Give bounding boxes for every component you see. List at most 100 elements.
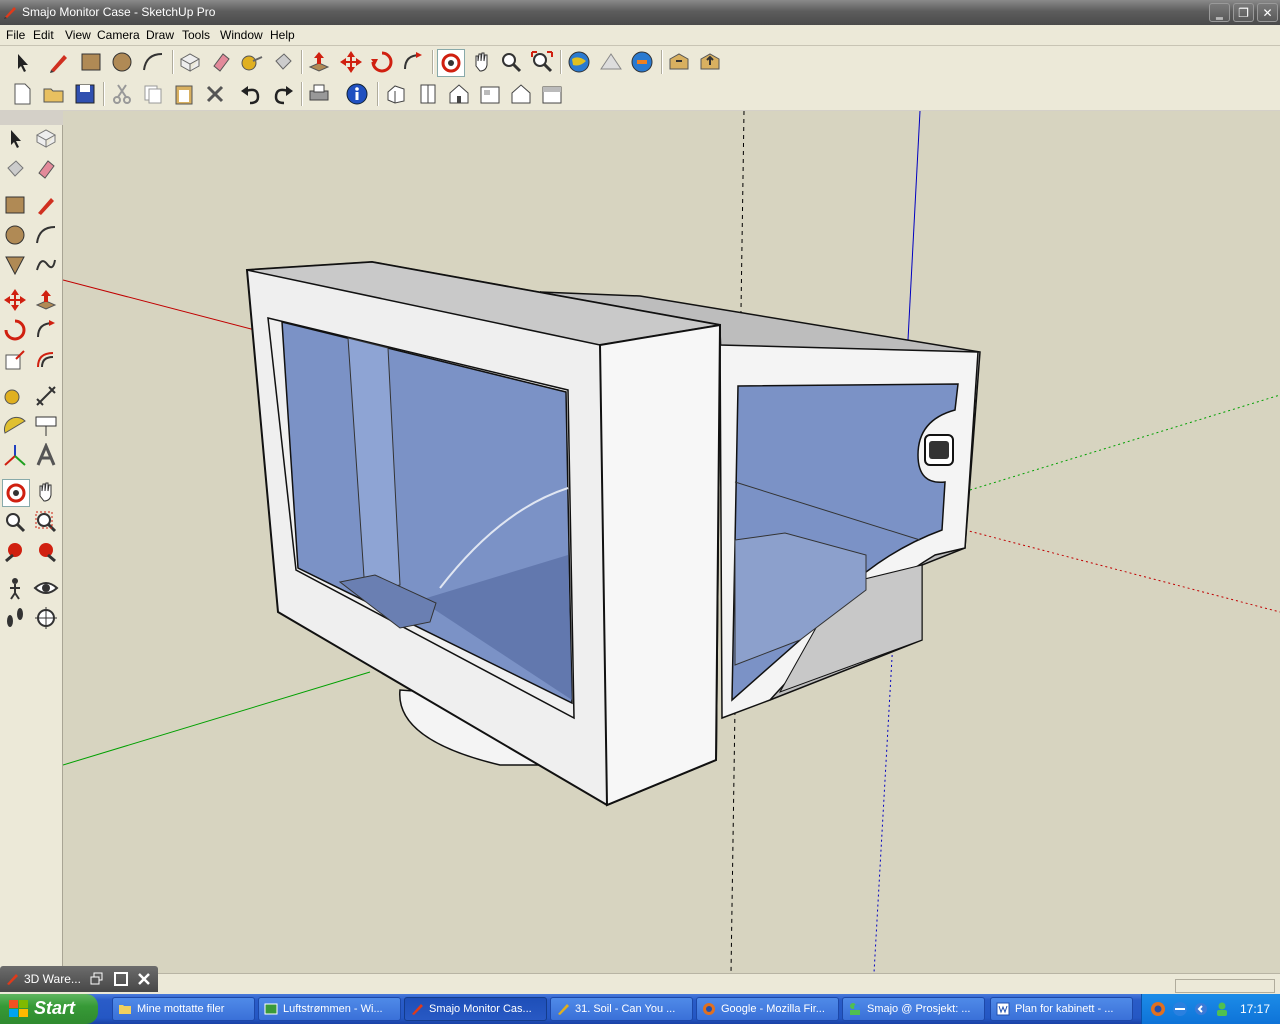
restore-button[interactable]: ❐ — [1233, 3, 1254, 22]
axes-tool[interactable] — [2, 443, 28, 469]
paint-bucket-tool[interactable] — [2, 156, 28, 182]
measurements-box[interactable] — [1175, 979, 1275, 993]
line-tool[interactable] — [33, 192, 59, 218]
taskbar-item[interactable]: Luftstrømmen - Wi... — [258, 997, 401, 1021]
menu-tools[interactable]: Tools — [182, 28, 210, 42]
scale-tool[interactable] — [2, 347, 28, 373]
move-tool-button[interactable] — [338, 49, 364, 75]
select-tool-button[interactable] — [9, 49, 35, 75]
taskbar-item[interactable]: Mine mottatte filer — [112, 997, 255, 1021]
restore-icon[interactable] — [90, 972, 104, 986]
rectangle-tool-button[interactable] — [78, 49, 104, 75]
zoom-tool[interactable] — [2, 509, 28, 535]
look-around-tool[interactable] — [33, 575, 59, 601]
arc-tool-button[interactable] — [140, 49, 166, 75]
show-hidden-icons-chevron-icon[interactable] — [1194, 1002, 1208, 1016]
print-button[interactable] — [306, 81, 332, 107]
model-info-button[interactable] — [344, 81, 370, 107]
rotate-tool-button[interactable] — [369, 49, 395, 75]
undo-button[interactable] — [238, 81, 264, 107]
menu-help[interactable]: Help — [270, 28, 295, 42]
taskbar-item[interactable]: Google - Mozilla Fir... — [696, 997, 839, 1021]
menu-camera[interactable]: Camera — [97, 28, 140, 42]
redo-button[interactable] — [270, 81, 296, 107]
circle-tool-button[interactable] — [109, 49, 135, 75]
get-current-view-button[interactable] — [566, 49, 592, 75]
left-view-button[interactable] — [539, 81, 565, 107]
rotate-tool[interactable] — [2, 317, 28, 343]
pan-tool-button[interactable] — [469, 49, 495, 75]
make-component-button[interactable] — [177, 49, 203, 75]
front-view-button[interactable] — [446, 81, 472, 107]
move-tool[interactable] — [2, 287, 28, 313]
minimize-button[interactable]: ‗ — [1209, 3, 1230, 22]
back-view-button[interactable] — [508, 81, 534, 107]
freehand-tool[interactable] — [33, 252, 59, 278]
position-camera-tool[interactable] — [2, 575, 28, 601]
new-file-button[interactable] — [9, 81, 35, 107]
next-view-tool[interactable] — [33, 539, 59, 565]
menu-draw[interactable]: Draw — [146, 28, 174, 42]
save-button[interactable] — [72, 81, 98, 107]
circle-tool[interactable] — [2, 222, 28, 248]
minimized-3d-warehouse-window[interactable]: 3D Ware... — [0, 966, 158, 992]
tape-measure-button[interactable] — [239, 49, 265, 75]
pan-tool[interactable] — [33, 479, 59, 505]
close-button[interactable]: ✕ — [1257, 3, 1278, 22]
tape-measure-tool[interactable] — [2, 383, 28, 409]
menu-view[interactable]: View — [65, 28, 91, 42]
follow-me-tool[interactable] — [33, 317, 59, 343]
maximize-icon[interactable] — [114, 972, 128, 986]
paste-button[interactable] — [171, 81, 197, 107]
right-view-button[interactable] — [477, 81, 503, 107]
rectangle-tool[interactable] — [2, 192, 28, 218]
offset-tool[interactable] — [33, 347, 59, 373]
text-tool[interactable] — [33, 413, 59, 439]
select-tool[interactable] — [2, 125, 28, 151]
close-icon[interactable] — [137, 972, 151, 986]
taskbar-item-active[interactable]: Smajo Monitor Cas... — [404, 997, 547, 1021]
cut-button[interactable] — [109, 81, 135, 107]
zoom-window-tool[interactable] — [33, 509, 59, 535]
browser-tray-icon[interactable] — [1172, 1001, 1188, 1017]
top-view-button[interactable] — [415, 81, 441, 107]
iso-view-button[interactable] — [384, 81, 410, 107]
taskbar-item[interactable]: Smajo @ Prosjekt: ... — [842, 997, 985, 1021]
start-button[interactable]: Start — [0, 994, 98, 1024]
firefox-tray-icon[interactable] — [1150, 1001, 1166, 1017]
taskbar-item[interactable]: Plan for kabinett - ... — [990, 997, 1133, 1021]
push-pull-button[interactable] — [306, 49, 332, 75]
dimension-tool[interactable] — [33, 383, 59, 409]
toggle-terrain-button[interactable] — [598, 49, 624, 75]
menu-window[interactable]: Window — [220, 28, 263, 42]
eraser-tool-button[interactable] — [208, 49, 234, 75]
eraser-tool[interactable] — [33, 156, 59, 182]
polygon-tool[interactable] — [2, 252, 28, 278]
3d-text-tool[interactable] — [33, 442, 59, 469]
open-file-button[interactable] — [41, 81, 67, 107]
orbit-tool-button[interactable] — [437, 49, 465, 77]
zoom-extents-button[interactable] — [529, 49, 555, 75]
get-models-button[interactable] — [666, 49, 692, 75]
push-pull-tool[interactable] — [33, 287, 59, 313]
delete-button[interactable] — [202, 81, 228, 107]
copy-button[interactable] — [140, 81, 166, 107]
messenger-tray-icon[interactable] — [1214, 1001, 1230, 1017]
line-tool-button[interactable] — [46, 49, 72, 75]
place-model-button[interactable] — [629, 49, 655, 75]
share-model-button[interactable] — [697, 49, 723, 75]
zoom-tool-button[interactable] — [498, 49, 524, 75]
taskbar-item[interactable]: 31. Soil - Can You ... — [550, 997, 693, 1021]
orbit-tool[interactable] — [2, 479, 30, 507]
arc-tool[interactable] — [33, 222, 59, 248]
previous-view-tool[interactable] — [2, 539, 28, 565]
walk-tool[interactable] — [2, 605, 28, 631]
paint-bucket-button[interactable] — [270, 49, 296, 75]
make-component-tool[interactable] — [33, 125, 59, 151]
drawing-viewport[interactable] — [63, 111, 1280, 973]
menu-file[interactable]: File — [6, 28, 25, 42]
protractor-tool[interactable] — [2, 413, 28, 439]
menu-edit[interactable]: Edit — [33, 28, 54, 42]
section-plane-tool[interactable] — [33, 605, 59, 631]
follow-me-button[interactable] — [400, 49, 426, 75]
